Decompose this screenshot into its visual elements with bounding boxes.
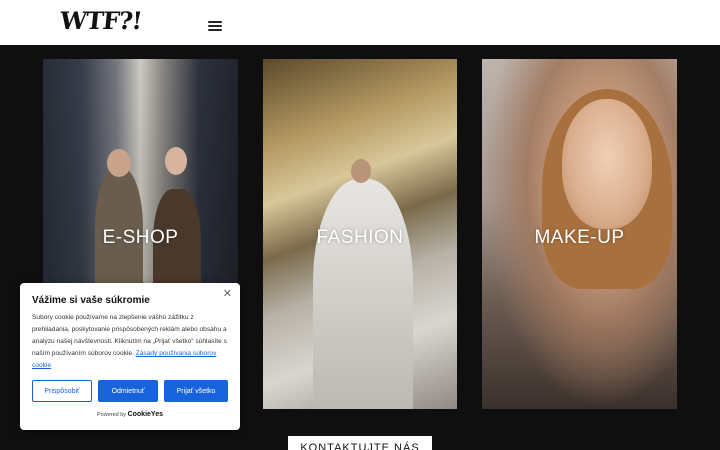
contact-button[interactable]: KONTAKTUJTE NÁS <box>288 436 432 450</box>
logo[interactable]: WTF?! <box>58 6 143 35</box>
hamburger-line <box>208 25 222 27</box>
card-label: MAKE-UP <box>534 227 625 248</box>
photo-face <box>562 99 652 229</box>
cookie-title: Vážime si vaše súkromie <box>32 295 150 306</box>
hamburger-line <box>208 29 222 31</box>
photo-person <box>107 149 131 177</box>
close-icon[interactable]: ✕ <box>223 287 232 300</box>
hamburger-icon[interactable] <box>208 21 222 31</box>
cookie-buttons: Prispôsobiť Odmietnuť Prijať všetko <box>32 380 228 402</box>
card-label: E-SHOP <box>102 227 179 248</box>
hamburger-line <box>208 21 222 23</box>
card-label: FASHION <box>316 227 404 248</box>
photo-person <box>351 159 371 183</box>
powered-by: Powered by CookieYes <box>32 411 228 418</box>
cookieyes-logo: CookieYes <box>127 411 163 418</box>
powered-by-text: Powered by <box>97 412 127 418</box>
accept-all-button[interactable]: Prijať všetko <box>164 380 228 402</box>
cookie-text: Subory cookie používame na zlepšenie váš… <box>32 312 228 372</box>
site-header: WTF?! <box>0 0 720 45</box>
card-fashion[interactable]: FASHION <box>263 59 457 409</box>
cookie-consent-banner: ✕ Vážime si vaše súkromie Subory cookie … <box>20 283 240 430</box>
photo-person <box>165 147 187 175</box>
photo-dress <box>313 179 413 409</box>
card-makeup[interactable]: MAKE-UP <box>482 59 677 409</box>
customize-button[interactable]: Prispôsobiť <box>32 380 93 402</box>
reject-button[interactable]: Odmietnuť <box>98 380 159 402</box>
